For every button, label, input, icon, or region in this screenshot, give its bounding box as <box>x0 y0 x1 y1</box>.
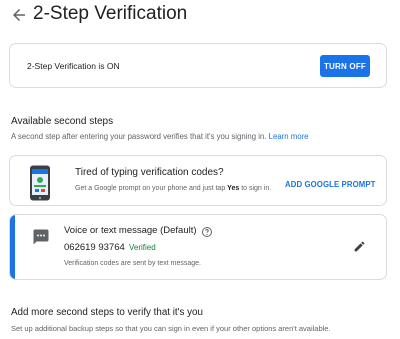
google-prompt-title: Tired of typing verification codes? <box>75 167 224 178</box>
verified-label: Verified <box>129 243 156 252</box>
available-steps-title: Available second steps <box>11 116 114 127</box>
learn-more-link[interactable]: Learn more <box>269 132 309 141</box>
available-steps-description: A second step after entering your passwo… <box>11 132 309 141</box>
add-google-prompt-button[interactable]: ADD GOOGLE PROMPT <box>285 180 376 189</box>
page-header: 2-Step Verification <box>0 0 400 32</box>
edit-icon[interactable] <box>353 240 366 253</box>
status-text: 2-Step Verification is ON <box>27 61 120 71</box>
voice-text-description: Verification codes are sent by text mess… <box>64 260 201 267</box>
google-prompt-description-end: to sign in. <box>241 185 272 192</box>
more-steps-title: Add more second steps to verify that it'… <box>11 307 203 318</box>
status-card: 2-Step Verification is ON TURN OFF <box>9 43 387 88</box>
selected-indicator <box>10 215 15 279</box>
page-title: 2-Step Verification <box>33 3 188 24</box>
google-prompt-description-start: Get a Google prompt on your phone and ju… <box>75 185 226 192</box>
turn-off-button[interactable]: TURN OFF <box>320 55 370 77</box>
google-prompt-description: Get a Google prompt on your phone and ju… <box>75 185 271 192</box>
voice-text-card[interactable]: Voice or text message (Default) 062619 9… <box>9 214 387 280</box>
voice-text-title: Voice or text message (Default) <box>64 225 197 236</box>
arrow-back-icon[interactable] <box>10 6 28 24</box>
help-icon[interactable] <box>201 226 213 238</box>
message-icon <box>33 229 49 245</box>
more-steps-description: Set up additional backup steps so that y… <box>11 324 331 333</box>
google-prompt-description-yes: Yes <box>227 185 240 192</box>
google-prompt-card: Tired of typing verification codes? Get … <box>9 155 387 206</box>
phone-number: 062619 93764 <box>64 242 125 253</box>
phone-icon <box>30 165 50 201</box>
available-steps-description-text: A second step after entering your passwo… <box>11 132 267 141</box>
